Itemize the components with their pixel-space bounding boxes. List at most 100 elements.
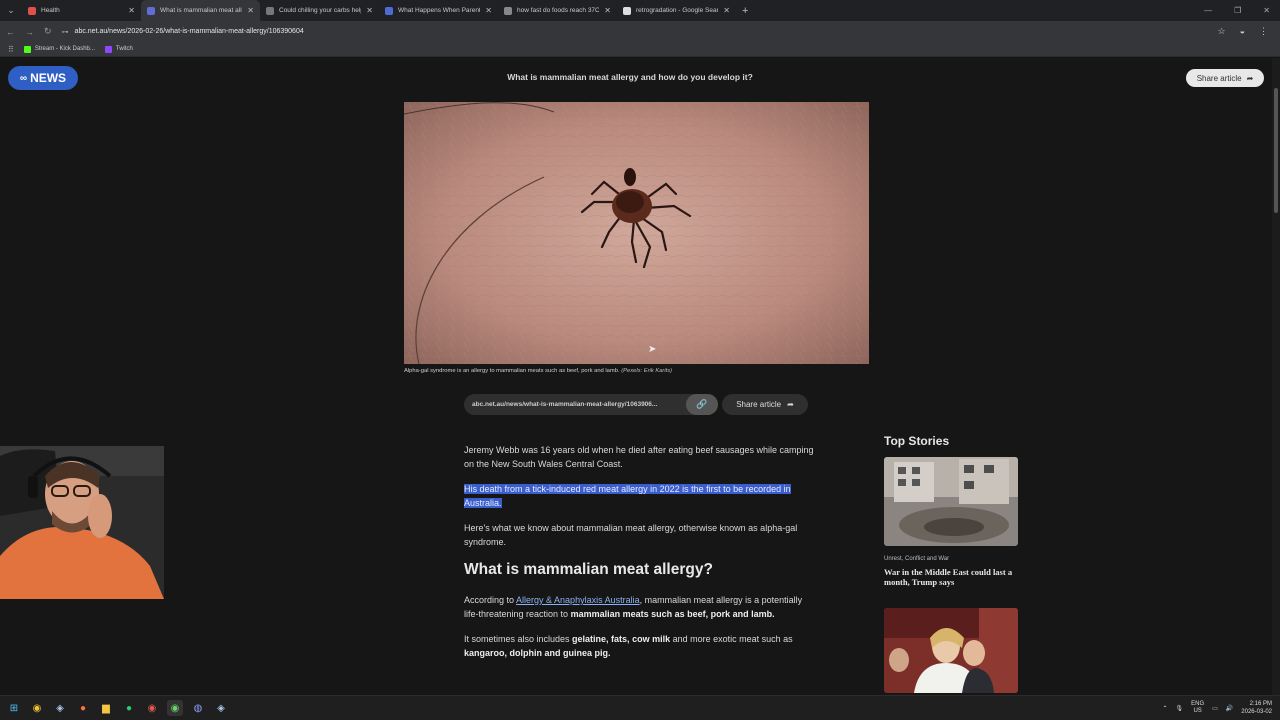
tab-close-icon[interactable]: ✕ xyxy=(247,6,254,15)
paragraph-5: It sometimes also includes gelatine, fat… xyxy=(464,633,814,660)
story-1-headline[interactable]: War in the Middle East could last a mont… xyxy=(884,567,1018,587)
system-tray: ⌃ 🎙 ENG US ▭ 🔊 2:16 PM 2026-03-02 xyxy=(1162,700,1280,716)
mic-icon[interactable]: 🎙 xyxy=(1176,705,1184,712)
paragraph-4: According to Allergy & Anaphylaxis Austr… xyxy=(464,594,814,621)
url-field[interactable]: ⊶ abc.net.au/news/2026-02-26/what-is-mam… xyxy=(61,24,1208,39)
windows-taskbar: ⊞ ◉ ◈ ● ▆ ● ◉ ◉ ◍ ◈ ⌃ 🎙 ENG US ▭ 🔊 2:16 … xyxy=(0,695,1280,720)
clock[interactable]: 2:16 PM 2026-03-02 xyxy=(1241,700,1272,716)
browser-tab[interactable]: how fast do foods reach 37C af ✕ xyxy=(498,0,617,21)
article-body: Jeremy Webb was 16 years old when he die… xyxy=(464,444,814,672)
selected-text[interactable]: His death from a tick-induced red meat a… xyxy=(464,484,791,508)
p4-bold: mammalian meats such as beef, pork and l… xyxy=(570,608,775,619)
firefox-icon[interactable]: ● xyxy=(75,700,91,716)
tab-close-icon[interactable]: ✕ xyxy=(366,6,373,15)
tab-close-icon[interactable]: ✕ xyxy=(604,6,611,15)
tab-close-icon[interactable]: ✕ xyxy=(485,6,492,15)
spotify-icon[interactable]: ● xyxy=(121,700,137,716)
tab-favicon-icon xyxy=(266,6,274,15)
app-icon[interactable]: ◈ xyxy=(213,700,229,716)
hero-caption: Alpha-gal syndrome is an allergy to mamm… xyxy=(404,368,869,374)
time: 2:16 PM xyxy=(1249,701,1272,707)
link-icon: 🔗 xyxy=(696,399,708,409)
tab-strip: ⌄ Health✕What is mammalian meat allergy … xyxy=(0,0,1280,21)
abc-logo-mark-icon: ∞ xyxy=(19,72,27,84)
paragraph-2-highlighted[interactable]: His death from a tick-induced red meat a… xyxy=(464,483,814,510)
new-tab-button[interactable]: + xyxy=(736,5,754,17)
tab-search-icon[interactable]: ⌄ xyxy=(0,0,22,21)
window-controls: — ❐ ✕ xyxy=(1204,6,1280,15)
discord-icon[interactable]: ◍ xyxy=(190,700,206,716)
top-stories-sidebar: Top Stories Unrest, Conflict and War War… xyxy=(884,434,1018,693)
twitch-icon xyxy=(104,45,112,53)
profile-icon[interactable]: ◒ xyxy=(1240,26,1245,37)
back-icon[interactable]: ← xyxy=(6,27,15,37)
tab-favicon-icon xyxy=(147,6,155,15)
address-bar-row: ← → ↻ ⊶ abc.net.au/news/2026-02-26/what-… xyxy=(0,21,1280,42)
site-info-icon[interactable]: ⊶ xyxy=(62,28,69,36)
browser-tab[interactable]: retrogradation - Google Search ✕ xyxy=(617,0,736,21)
bookmark-kick[interactable]: Stream - Kick Dashb... xyxy=(23,45,95,53)
share-label: Share article xyxy=(736,400,782,409)
language-indicator[interactable]: ENG US xyxy=(1191,701,1204,715)
close-window-icon[interactable]: ✕ xyxy=(1263,6,1270,15)
share-label: Share article xyxy=(1196,73,1242,83)
webcam-overlay xyxy=(0,446,164,599)
bookmark-twitch[interactable]: Twitch xyxy=(104,45,133,53)
browser-tab[interactable]: Health ✕ xyxy=(22,0,141,21)
tab-favicon-icon xyxy=(623,6,631,15)
caption-text: Alpha-gal syndrome is an allergy to mamm… xyxy=(404,368,620,374)
tab-title: Health xyxy=(41,7,60,14)
start-icon[interactable]: ⊞ xyxy=(6,700,22,716)
allergy-australia-link[interactable]: Allergy & Anaphylaxis Australia xyxy=(516,595,640,605)
share-article-button-top[interactable]: Share article ➦ xyxy=(1186,69,1264,87)
chrome-icon-2[interactable]: ◉ xyxy=(144,700,160,716)
paragraph-3: Here's what we know about mammalian meat… xyxy=(464,523,798,547)
tab-list: Health ✕ What is mammalian meat allergy a ✕… xyxy=(22,0,736,21)
steam-icon[interactable]: ◈ xyxy=(52,700,68,716)
tab-title: Could chilling your carbs help r xyxy=(279,7,362,14)
minimize-icon[interactable]: — xyxy=(1204,6,1212,15)
browser-tab[interactable]: What Happens When Parents B ✕ xyxy=(379,0,498,21)
bookmark-label: Stream - Kick Dashb... xyxy=(34,46,95,52)
tab-close-icon[interactable]: ✕ xyxy=(128,6,135,15)
caption-credit: (Pexels: Erik Karits) xyxy=(621,368,673,374)
browser-tab[interactable]: What is mammalian meat allergy a ✕ xyxy=(141,0,260,21)
bookmark-star-icon[interactable]: ☆ xyxy=(1217,26,1225,37)
reload-icon[interactable]: ↻ xyxy=(44,26,52,37)
share-article-button[interactable]: Share article ➦ xyxy=(722,394,808,415)
share-url-field[interactable]: abc.net.au/news/what-is-mammalian-meat-a… xyxy=(464,394,718,415)
chrome-icon[interactable]: ◉ xyxy=(29,700,45,716)
toolbar-right: ☆ ◒ ⋮ xyxy=(1217,26,1274,37)
sticky-header-title: What is mammalian meat allergy and how d… xyxy=(507,72,753,82)
lang-top: ENG xyxy=(1191,701,1205,707)
date: 2026-03-02 xyxy=(1241,709,1272,715)
bookmark-label: Twitch xyxy=(115,46,133,52)
share-arrow-icon: ➦ xyxy=(1246,73,1254,83)
tab-close-icon[interactable]: ✕ xyxy=(723,6,730,15)
page-scrollbar[interactable] xyxy=(1272,58,1280,695)
tab-favicon-icon xyxy=(28,6,36,15)
tab-title: What Happens When Parents B xyxy=(398,7,480,14)
bookmarks-bar: ⠿ Stream - Kick Dashb... Twitch xyxy=(0,42,1280,57)
top-stories-heading: Top Stories xyxy=(884,434,950,448)
chrome-icon-active[interactable]: ◉ xyxy=(167,700,183,716)
volume-icon[interactable]: 🔊 xyxy=(1226,705,1233,712)
network-icon[interactable]: ▭ xyxy=(1212,705,1218,712)
browser-tab[interactable]: Could chilling your carbs help r ✕ xyxy=(260,0,379,21)
story-2-image[interactable] xyxy=(884,608,1018,693)
restore-icon[interactable]: ❐ xyxy=(1234,6,1241,15)
scrollbar-thumb[interactable] xyxy=(1274,88,1278,213)
forward-icon[interactable]: → xyxy=(25,27,34,37)
tab-title: What is mammalian meat allergy a xyxy=(160,7,242,14)
copy-link-button[interactable]: 🔗 xyxy=(686,394,718,415)
file-explorer-icon[interactable]: ▆ xyxy=(98,700,114,716)
p5-text-b: and more exotic meat such as xyxy=(670,634,793,644)
logo-text: NEWS xyxy=(30,71,67,85)
apps-icon[interactable]: ⠿ xyxy=(8,45,14,54)
lang-bottom: US xyxy=(1193,708,1202,714)
story-1-image[interactable] xyxy=(884,457,1018,546)
abc-news-logo[interactable]: ∞ NEWS xyxy=(8,66,78,90)
url-text: abc.net.au/news/2026-02-26/what-is-mamma… xyxy=(74,28,304,35)
menu-icon[interactable]: ⋮ xyxy=(1259,26,1268,37)
tray-expand-icon[interactable]: ⌃ xyxy=(1162,705,1167,712)
